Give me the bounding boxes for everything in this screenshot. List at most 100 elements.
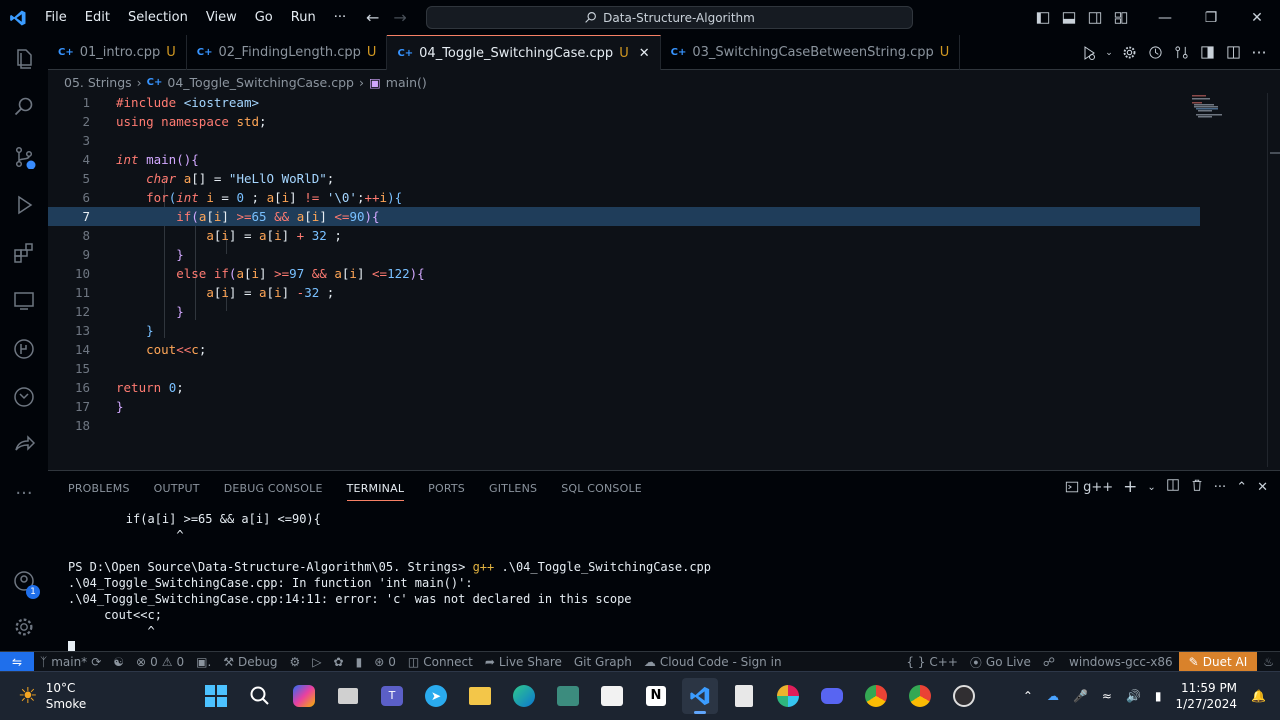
run-code-icon[interactable] [1078,42,1100,64]
discord-icon[interactable] [814,678,850,714]
terminal-output[interactable]: if(a[i] >=65 && a[i] <=90){ ^ PS D:\Open… [68,511,1268,655]
go-live-button[interactable]: ⦿ Go Live [964,654,1037,671]
close-window-button[interactable]: ✕ [1234,0,1280,35]
menu-file[interactable]: File [36,0,76,35]
teams-icon[interactable]: T [374,678,410,714]
split-editor-icon[interactable] [1222,42,1244,64]
problems-indicator[interactable]: ⊗ 0 ⚠ 0 [130,655,190,669]
ports-indicator[interactable]: ⊛ 0 [368,655,402,669]
breadcrumb-symbol[interactable]: main() [386,75,427,90]
notification-bell-icon[interactable]: 🔔 [1251,689,1266,703]
timeline-icon[interactable] [0,373,48,421]
build-gear-icon[interactable]: ⚙ [284,655,307,669]
telegram-icon[interactable]: ➤ [418,678,454,714]
history-icon[interactable] [1144,42,1166,64]
more-actions-icon[interactable]: ··· [1214,480,1226,495]
task-view-icon[interactable] [330,678,366,714]
open-preview-icon[interactable] [1196,42,1218,64]
breadcrumb-file[interactable]: 04_Toggle_SwitchingCase.cpp [167,75,354,90]
cmake-status-icon[interactable]: ▣. [190,655,217,669]
tab-problems[interactable]: PROBLEMS [68,482,130,495]
menu-go[interactable]: Go [246,0,282,35]
toggle-primary-sidebar-icon[interactable] [1030,0,1056,35]
remote-indicator-icon[interactable]: ⇋ [0,651,34,672]
editor-scrollbar[interactable] [1267,93,1280,467]
live-share-button[interactable]: ➦ Live Share [479,655,568,669]
search-icon[interactable] [0,83,48,131]
tab-terminal[interactable]: TERMINAL [346,482,405,501]
toggle-panel-icon[interactable] [1056,0,1082,35]
weather-widget[interactable]: ☀ 10°C Smoke [18,680,86,712]
chrome-icon[interactable] [858,678,894,714]
menu-run[interactable]: Run [282,0,325,35]
obs-icon[interactable] [946,678,982,714]
compare-changes-icon[interactable] [1170,42,1192,64]
menu-view[interactable]: View [197,0,246,35]
source-control-icon[interactable] [0,133,48,181]
menu-selection[interactable]: Selection [119,0,197,35]
explorer-icon[interactable] [0,35,48,83]
copilot-app-icon[interactable] [286,678,322,714]
vscode-taskbar-icon[interactable] [682,678,718,714]
delete-icon[interactable]: ▮ [350,655,369,669]
notifications-bell-icon[interactable]: ♨ [1257,655,1280,669]
trash-icon[interactable] [1190,478,1204,496]
settings-gear-icon[interactable] [1118,42,1140,64]
live-share-icon[interactable] [0,421,48,469]
compiler-config[interactable]: ☍ windows-gcc-x86 [1037,655,1179,669]
customize-layout-icon[interactable] [1108,0,1134,35]
menu-edit[interactable]: Edit [76,0,119,35]
tab-debug-console[interactable]: DEBUG CONSOLE [224,482,323,495]
forward-arrow-icon[interactable]: → [393,8,406,27]
gitlens-icon[interactable] [0,325,48,373]
tab-ports[interactable]: PORTS [428,482,465,495]
chrome-profile-icon[interactable] [902,678,938,714]
tab-gitlens[interactable]: GITLENS [489,482,537,495]
minimize-button[interactable]: — [1142,0,1188,35]
notion-icon[interactable]: N [638,678,674,714]
run-and-debug-icon[interactable] [0,181,48,229]
maximize-panel-chevron-up-icon[interactable]: ⌃ [1236,480,1247,495]
git-graph-button[interactable]: Git Graph [568,655,638,669]
gitlens-status-icon[interactable]: ☯ [107,655,130,669]
connect-button[interactable]: ◫ Connect [402,655,479,669]
minimap[interactable] [1188,93,1272,467]
slack-icon[interactable] [770,678,806,714]
microphone-icon[interactable]: 🎤 [1073,689,1088,703]
edge-icon[interactable] [506,678,542,714]
chevron-up-icon[interactable]: ⌃ [1023,689,1033,703]
language-mode[interactable]: { } C++ [900,655,964,669]
photos-icon[interactable] [550,678,586,714]
remote-explorer-icon[interactable] [0,277,48,325]
microsoft-store-icon[interactable] [594,678,630,714]
tab-04-toggle-switchingcase[interactable]: C+ 04_Toggle_SwitchingCase.cpp U ✕ [387,35,661,70]
bug-icon[interactable]: ✿ [328,655,350,669]
debug-button[interactable]: ⚒ Debug [217,655,283,669]
tab-output[interactable]: OUTPUT [154,482,200,495]
close-panel-icon[interactable]: ✕ [1257,480,1268,495]
battery-icon[interactable]: ▮ [1155,689,1162,703]
menu-more[interactable]: ··· [325,0,355,35]
more-views-icon[interactable]: ··· [0,469,48,517]
run-icon[interactable]: ▷ [306,655,327,669]
run-dropdown-chevron-icon[interactable]: ⌄ [1104,42,1114,64]
back-arrow-icon[interactable]: ← [366,8,379,27]
split-terminal-icon[interactable] [1166,478,1180,496]
cloud-code-button[interactable]: ☁ Cloud Code - Sign in [638,655,788,669]
restore-button[interactable]: ❐ [1188,0,1234,35]
volume-icon[interactable]: 🔊 [1126,689,1141,703]
close-tab-icon[interactable]: ✕ [639,46,650,61]
more-actions-icon[interactable]: ··· [1248,42,1270,64]
clock[interactable]: 11:59 PM 1/27/2024 [1176,680,1238,712]
new-terminal-plus-icon[interactable]: + [1123,477,1137,497]
extensions-icon[interactable] [0,229,48,277]
notepad-icon[interactable] [726,678,762,714]
onedrive-cloud-icon[interactable]: ☁ [1047,689,1059,703]
manage-gear-icon[interactable] [0,603,48,651]
duet-ai-button[interactable]: ✎ Duet AI [1178,652,1258,672]
tab-03-switchingcasebetweenstring[interactable]: C+ 03_SwitchingCaseBetweenString.cpp U [661,35,961,70]
wifi-icon[interactable]: ≈ [1102,689,1112,703]
terminal-shell-selector[interactable]: g++ [1065,480,1113,495]
windows-start-icon[interactable] [198,678,234,714]
command-center-search[interactable]: Data-Structure-Algorithm [426,6,913,29]
